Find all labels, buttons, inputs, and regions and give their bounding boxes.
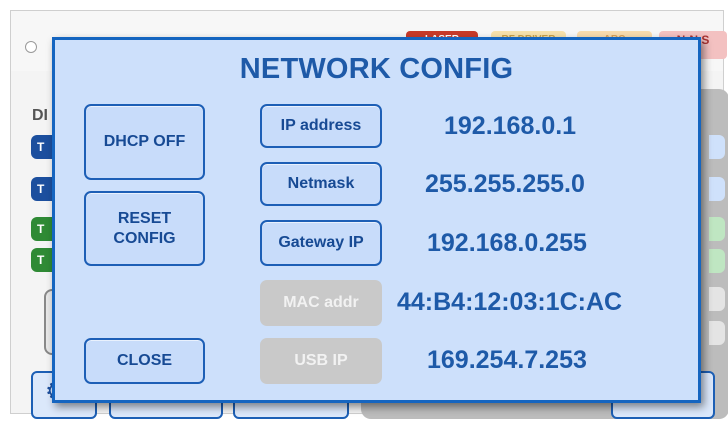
background-slot (709, 287, 725, 311)
background-radio[interactable] (25, 41, 37, 53)
dialog-title: NETWORK CONFIG (239, 53, 514, 85)
reset-config-label: RESET CONFIG (113, 209, 176, 247)
dhcp-toggle-button[interactable]: DHCP OFF (84, 104, 205, 180)
mac-address-button: MAC addr (260, 280, 382, 326)
ip-address-label: IP address (280, 117, 362, 134)
netmask-value: 255.255.255.0 (425, 170, 585, 198)
gateway-ip-value: 192.168.0.255 (427, 229, 587, 257)
gateway-ip-button[interactable]: Gateway IP (260, 220, 382, 266)
close-button[interactable]: CLOSE (84, 338, 205, 384)
background-slot (709, 321, 725, 345)
usb-ip-button: USB IP (260, 338, 382, 384)
netmask-label: Netmask (287, 175, 355, 192)
background-slot (709, 217, 725, 241)
netmask-button[interactable]: Netmask (260, 162, 382, 206)
ip-address-button[interactable]: IP address (260, 104, 382, 148)
dhcp-toggle-label: DHCP OFF (103, 133, 186, 150)
background-slot (709, 177, 725, 201)
usb-ip-value: 169.254.7.253 (427, 346, 587, 374)
network-config-dialog: NETWORK CONFIG DHCP OFF RESET CONFIG CLO… (52, 37, 701, 403)
usb-ip-label: USB IP (294, 352, 348, 369)
mac-address-value: 44:B4:12:03:1C:AC (397, 288, 623, 316)
mac-address-label: MAC addr (283, 294, 359, 311)
background-slot (709, 249, 725, 273)
gateway-ip-label: Gateway IP (278, 234, 364, 251)
reset-config-button[interactable]: RESET CONFIG (84, 191, 205, 266)
close-label: CLOSE (116, 352, 173, 369)
background-slot (709, 135, 725, 159)
background-section-label: DI (32, 107, 48, 124)
ip-address-value: 192.168.0.1 (444, 112, 577, 140)
